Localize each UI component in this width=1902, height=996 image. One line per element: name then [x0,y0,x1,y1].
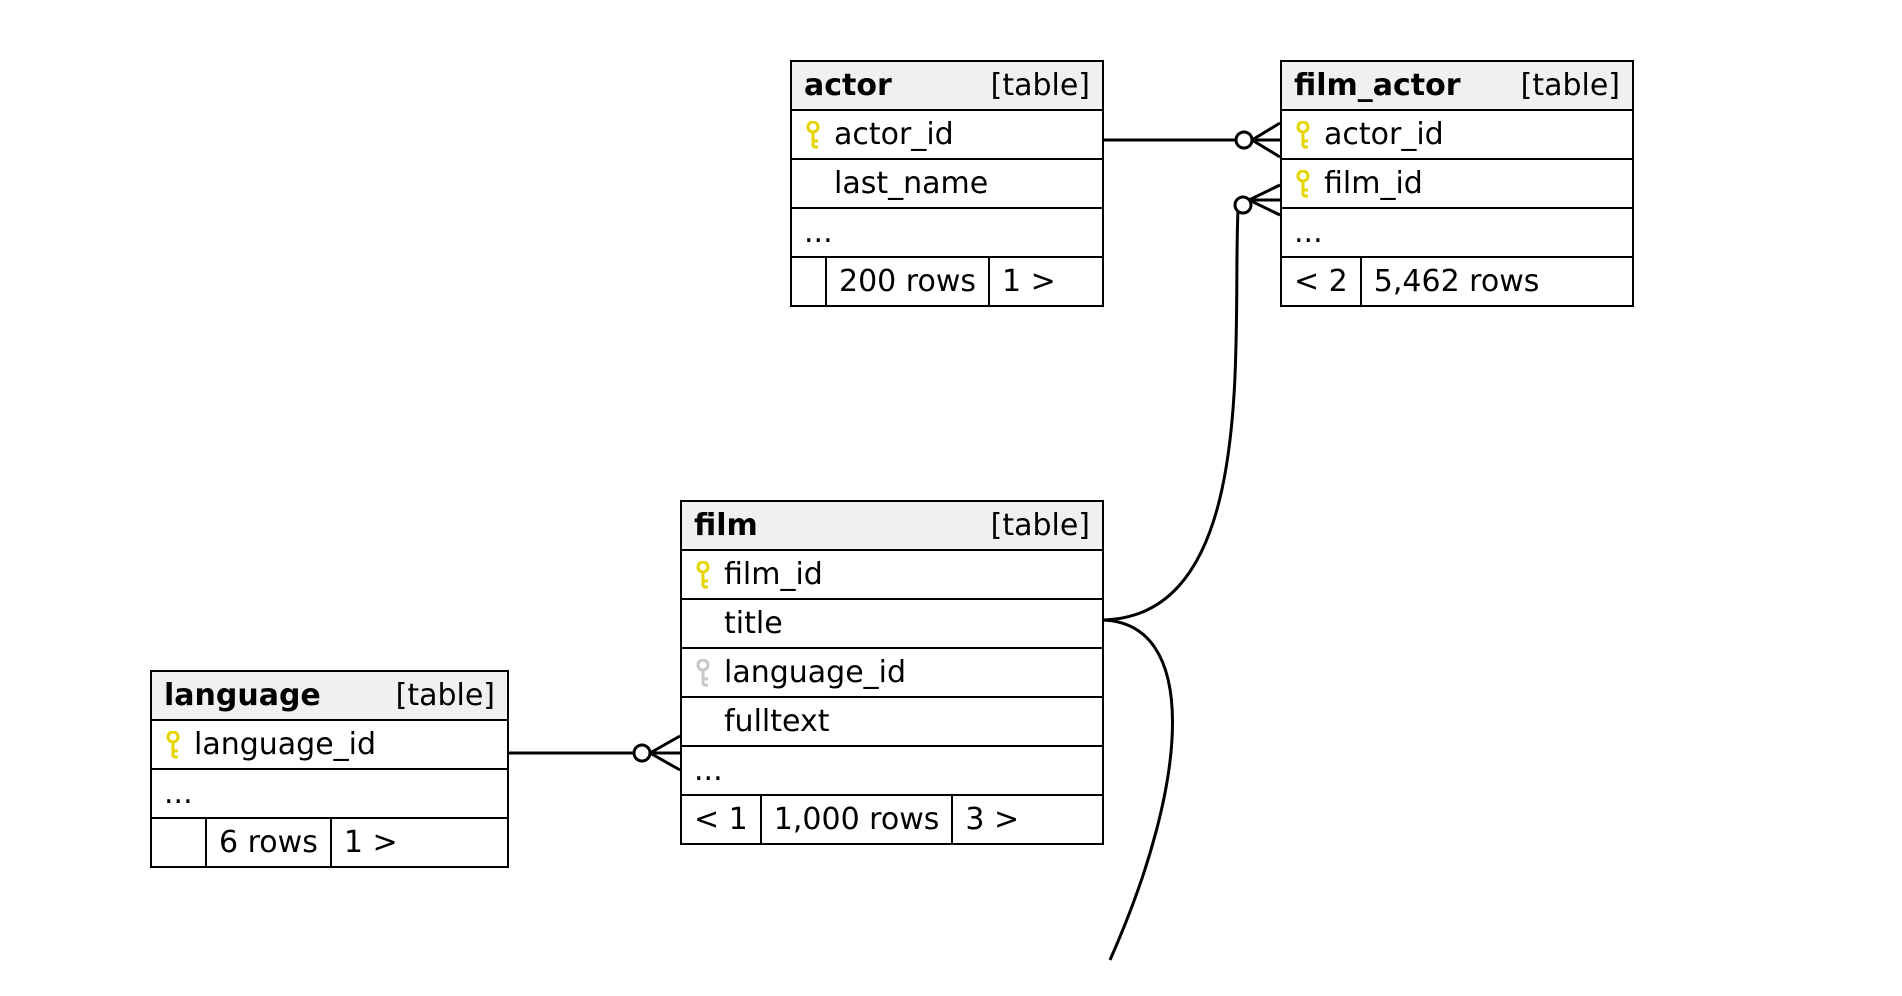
column-name: actor_id [1324,117,1444,152]
row-count: 1,000 rows [762,796,954,843]
table-footer: 200 rows 1 > [792,258,1102,305]
outgoing-count: 1 > [332,819,410,866]
table-header: film_actor [table] [1282,62,1632,111]
table-header: language [table] [152,672,507,721]
primary-key-icon [802,120,824,150]
outgoing-count: 1 > [990,258,1068,305]
key-icon-placeholder [802,169,824,199]
row-count: 5,462 rows [1362,258,1552,305]
incoming-count [792,258,827,305]
column-name: language_id [724,655,906,690]
column-fulltext[interactable]: fulltext [682,698,1102,747]
table-footer: < 2 5,462 rows [1282,258,1632,305]
more-columns[interactable]: ... [1282,209,1632,258]
table-film-actor[interactable]: film_actor [table] actor_id film_id ... … [1280,60,1634,307]
row-count: 200 rows [827,258,990,305]
column-language-id[interactable]: language_id [682,649,1102,698]
column-name: last_name [834,166,988,201]
more-columns[interactable]: ... [152,770,507,819]
table-name: language [164,678,321,713]
incoming-count: < 2 [1282,258,1362,305]
table-header: actor [table] [792,62,1102,111]
table-actor[interactable]: actor [table] actor_id last_name ... 200… [790,60,1104,307]
column-title[interactable]: title [682,600,1102,649]
column-name: film_id [1324,166,1423,201]
incoming-count [152,819,207,866]
column-last-name[interactable]: last_name [792,160,1102,209]
row-count: 6 rows [207,819,332,866]
column-name: language_id [194,727,376,762]
primary-key-icon [1292,120,1314,150]
table-tag: [table] [1521,68,1620,103]
table-name: actor [804,68,892,103]
column-name: film_id [724,557,823,592]
more-columns[interactable]: ... [792,209,1102,258]
column-name: title [724,606,783,641]
table-tag: [table] [991,508,1090,543]
er-diagram-canvas: actor [table] actor_id last_name ... 200… [0,0,1902,996]
outgoing-count: 3 > [953,796,1031,843]
table-tag: [table] [991,68,1090,103]
column-name: fulltext [724,704,829,739]
column-language-id[interactable]: language_id [152,721,507,770]
table-footer: < 1 1,000 rows 3 > [682,796,1102,843]
more-columns[interactable]: ... [682,747,1102,796]
column-film-id[interactable]: film_id [1282,160,1632,209]
column-actor-id[interactable]: actor_id [1282,111,1632,160]
table-name: film [694,508,758,543]
column-name: actor_id [834,117,954,152]
table-tag: [table] [396,678,495,713]
table-footer: 6 rows 1 > [152,819,507,866]
incoming-count: < 1 [682,796,762,843]
primary-key-icon [692,560,714,590]
table-language[interactable]: language [table] language_id ... 6 rows … [150,670,509,868]
key-icon-placeholder [692,609,714,639]
column-film-id[interactable]: film_id [682,551,1102,600]
table-header: film [table] [682,502,1102,551]
table-film[interactable]: film [table] film_id title language_id f… [680,500,1104,845]
foreign-key-icon [692,658,714,688]
table-name: film_actor [1294,68,1461,103]
key-icon-placeholder [692,707,714,737]
primary-key-icon [1292,169,1314,199]
primary-key-icon [162,730,184,760]
column-actor-id[interactable]: actor_id [792,111,1102,160]
